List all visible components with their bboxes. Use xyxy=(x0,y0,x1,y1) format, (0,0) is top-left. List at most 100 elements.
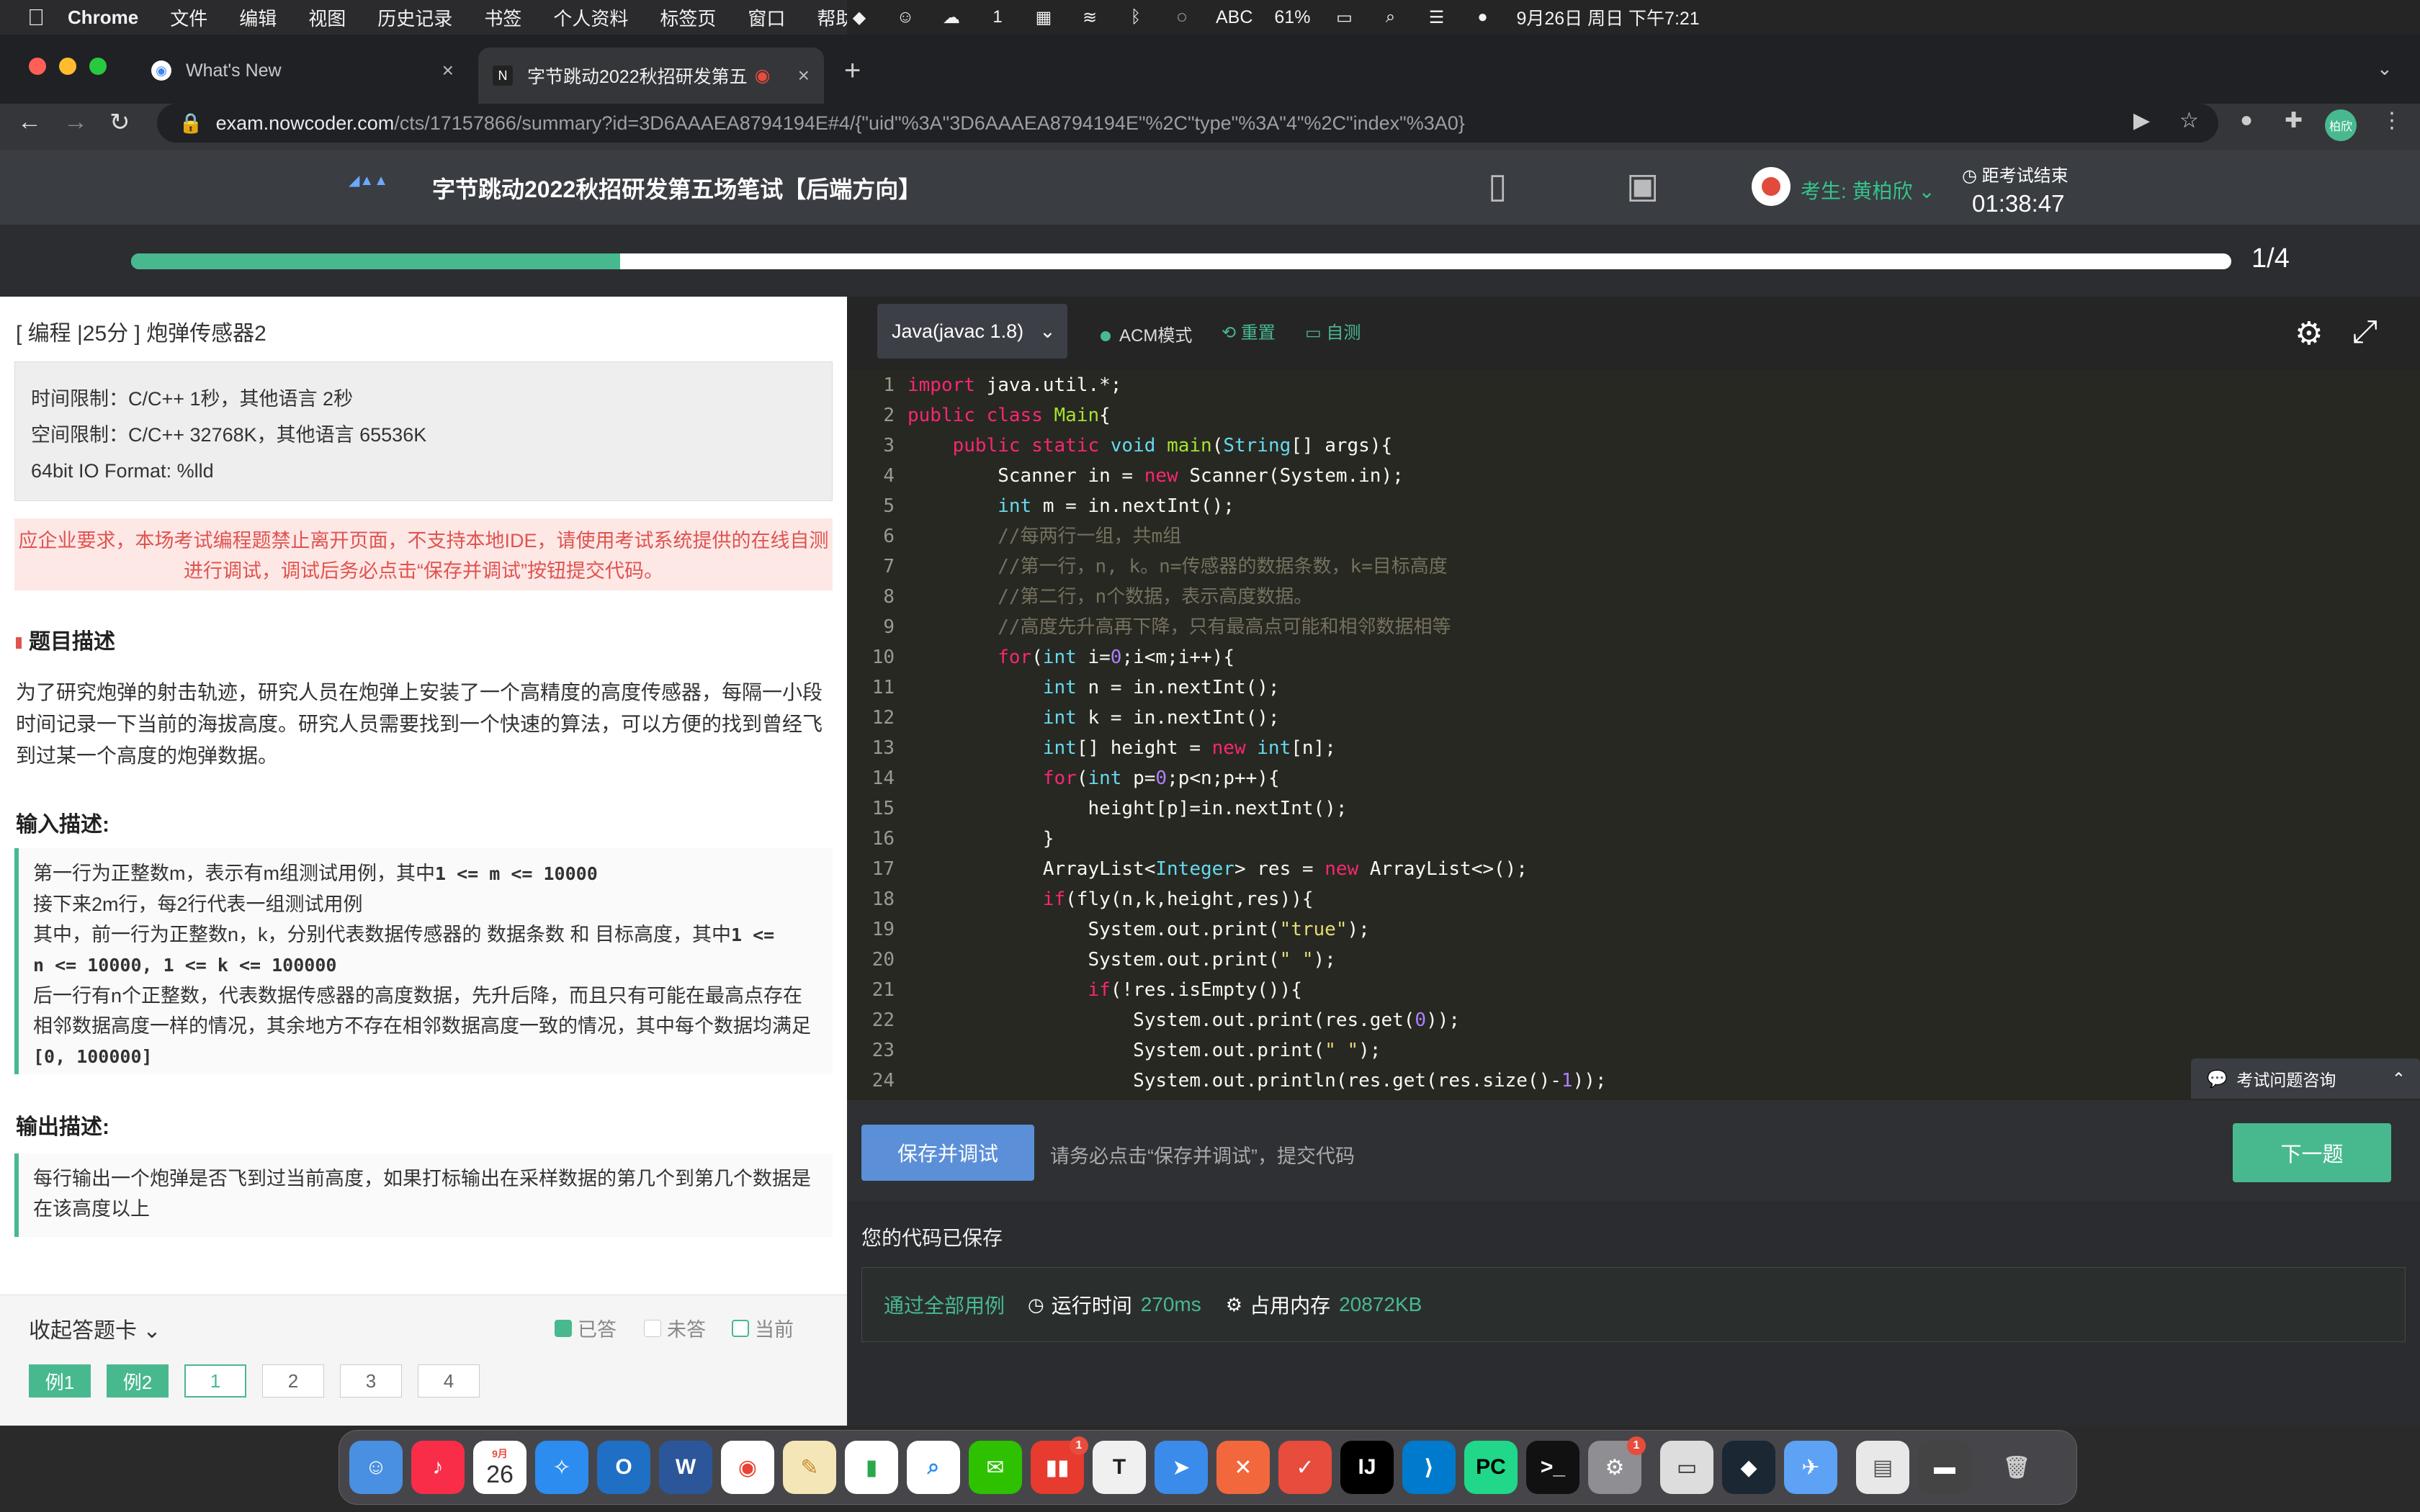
fullscreen-icon[interactable]: ⤢ xyxy=(2352,314,2378,350)
menu-edit[interactable]: 编辑 xyxy=(239,4,277,31)
question-2-button[interactable]: 2 xyxy=(262,1364,324,1398)
code-editor[interactable]: 1 import java.util.*; 2 public class Main{… xyxy=(847,370,2420,1100)
siri-icon[interactable]: ● xyxy=(1470,7,1494,27)
runtime-value: 270ms xyxy=(1140,1293,1201,1315)
menu-file[interactable]: 文件 xyxy=(170,4,207,31)
settings-gear-icon[interactable]: ⚙ xyxy=(2295,315,2323,352)
nowcoder-app-icon[interactable]: ▮▮ 1 xyxy=(1031,1436,1088,1494)
next-question-button[interactable]: 下一题 xyxy=(2233,1123,2391,1182)
wifi-icon[interactable]: ≋ xyxy=(1077,7,1102,27)
editor-pane: Java(javac 1.8) ⌄ ACM模式 ⟲ 重置 ▭ 自测 ⚙ ⤢ 1 im… xyxy=(847,297,2420,1426)
code-line: 16 } xyxy=(847,824,2420,854)
new-tab-button[interactable]: + xyxy=(844,55,861,87)
downloads-stack-icon[interactable]: ▬ xyxy=(1918,1441,1971,1494)
finder-icon[interactable]: ☺ xyxy=(349,1441,403,1494)
selftest-button[interactable]: ▭ 自测 xyxy=(1305,318,1361,343)
example-1-button[interactable]: 例1 xyxy=(29,1364,91,1398)
menu-app-name[interactable]: Chrome xyxy=(68,6,138,29)
system-preferences-icon[interactable]: ⚙ 1 xyxy=(1588,1436,1646,1494)
reload-icon[interactable]: ↻ xyxy=(109,108,130,137)
pencil-app-icon[interactable]: ✎ xyxy=(783,1441,836,1494)
code-line: 9 //高度先升高再下降，只有最高点可能和相邻数据相等 xyxy=(847,612,2420,642)
minimize-window-button[interactable] xyxy=(59,58,76,75)
tab-whats-new[interactable]: ◉ What's New × xyxy=(137,48,468,94)
battery-percent[interactable]: 61% xyxy=(1274,7,1310,28)
zoom-window-button[interactable] xyxy=(89,58,107,75)
safari-icon[interactable]: ✧ xyxy=(535,1441,588,1494)
apple-icon[interactable]:  xyxy=(27,4,68,31)
back-icon[interactable]: ← xyxy=(17,108,42,136)
profile-avatar[interactable]: 柏欣 xyxy=(2325,109,2357,141)
wechat-status-icon[interactable]: 1 xyxy=(985,7,1010,27)
tab-exam[interactable]: N 字节跳动2022秋招研发第五 ◉ × xyxy=(478,48,824,104)
vscode-icon[interactable]: ⟩ xyxy=(1402,1441,1456,1494)
calendar-icon[interactable]: 9月 26 xyxy=(473,1441,526,1494)
close-tab-icon[interactable]: × xyxy=(442,59,454,82)
menu-bookmarks[interactable]: 书签 xyxy=(484,4,521,31)
code-line: 10 for(int i=0;i<m;i++){ xyxy=(847,642,2420,672)
pycharm-icon[interactable]: PC xyxy=(1464,1441,1518,1494)
word-icon[interactable]: W xyxy=(659,1441,712,1494)
wechat-icon[interactable]: ✉ xyxy=(969,1441,1022,1494)
documents-folder-icon[interactable]: ▤ xyxy=(1856,1441,1909,1494)
exam-consult-button[interactable]: 💬 考试问题咨询 ⌃ xyxy=(2191,1058,2420,1099)
outlook-icon[interactable]: O xyxy=(597,1441,650,1494)
input-method[interactable]: ABC xyxy=(1216,7,1252,28)
grid-icon[interactable]: ▦ xyxy=(1031,7,1056,27)
forward-icon[interactable]: → xyxy=(63,108,88,136)
consult-label: 考试问题咨询 xyxy=(2236,1071,2336,1089)
language-select[interactable]: Java(javac 1.8) ⌄ xyxy=(877,304,1067,359)
app-status-icon[interactable]: ◆ xyxy=(847,7,871,27)
example-2-button[interactable]: 例2 xyxy=(107,1364,169,1398)
preview-icon[interactable]: ⌕ xyxy=(907,1441,960,1494)
control-center-icon[interactable]: ☰ xyxy=(1424,7,1448,27)
bluetooth-icon[interactable]: ᛒ xyxy=(1124,7,1148,27)
question-4-button[interactable]: 4 xyxy=(418,1364,480,1398)
mobile-icon[interactable]: ▯ xyxy=(1488,166,1507,206)
address-bar[interactable]: 🔒 exam.nowcoder.com /cts/17157866/summar… xyxy=(157,104,2218,143)
chrome-dock-icon[interactable]: ◉ xyxy=(721,1441,774,1494)
typora-icon[interactable]: T xyxy=(1093,1441,1146,1494)
more-menu-icon[interactable]: ⋮ xyxy=(2381,108,2403,133)
extension-drop-icon[interactable]: ● xyxy=(2240,108,2253,132)
input-line-code: 1 <= m <= 10000 xyxy=(434,863,598,884)
candidate-name[interactable]: 考生: 黄柏欣 ⌄ xyxy=(1801,176,1935,204)
close-window-button[interactable] xyxy=(29,58,46,75)
acm-mode[interactable]: ACM模式 xyxy=(1101,321,1192,346)
close-tab-icon[interactable]: × xyxy=(798,64,810,87)
paper-plane-icon[interactable]: ✈ xyxy=(1784,1441,1837,1494)
menu-window[interactable]: 窗口 xyxy=(748,4,785,31)
trash-icon[interactable]: 🗑 xyxy=(1990,1441,2043,1494)
notification-icon[interactable]: ☁ xyxy=(939,7,964,27)
status-area: ◆ ☺ ☁ 1 ▦ ≋ ᛒ ◌ ABC 61% ▭ ⌕ ☰ ● 9月26日 周日… xyxy=(847,0,2420,35)
dev-app-icon[interactable]: ◆ xyxy=(1722,1441,1775,1494)
xmind-icon[interactable]: ✕ xyxy=(1216,1441,1270,1494)
reset-button[interactable]: ⟲ 重置 xyxy=(1222,318,1276,343)
tab-search-icon[interactable]: ⌄ xyxy=(2377,58,2393,80)
feishu-icon[interactable]: ➤ xyxy=(1155,1441,1208,1494)
camera-icon[interactable]: ▶ xyxy=(2133,108,2150,133)
menu-profiles[interactable]: 个人资料 xyxy=(553,4,628,31)
emoji-status-icon[interactable]: ☺ xyxy=(893,7,918,27)
spotlight-search-icon[interactable]: ⌕ xyxy=(1378,7,1402,27)
menu-tab[interactable]: 标签页 xyxy=(660,4,716,31)
terminal-icon[interactable]: >_ xyxy=(1526,1441,1579,1494)
menu-view[interactable]: 视图 xyxy=(308,4,346,31)
save-and-debug-button[interactable]: 保存并调试 xyxy=(861,1125,1034,1181)
bookmark-star-icon[interactable]: ☆ xyxy=(2179,108,2199,133)
monitor-icon[interactable]: ▣ xyxy=(1626,166,1659,206)
mute-icon[interactable]: ◌ xyxy=(1170,7,1194,27)
numbers-icon[interactable]: ▮ xyxy=(845,1441,898,1494)
todo-icon[interactable]: ✓ xyxy=(1278,1441,1332,1494)
lock-icon[interactable]: 🔒 xyxy=(179,112,203,135)
collapse-answer-card-button[interactable]: 收起答题卡 ⌄ xyxy=(29,1313,161,1344)
screenshot-icon[interactable]: ▭ xyxy=(1660,1441,1713,1494)
question-3-button[interactable]: 3 xyxy=(340,1364,402,1398)
extensions-icon[interactable]: ✚ xyxy=(2285,108,2303,133)
question-1-button[interactable]: 1 xyxy=(184,1364,246,1398)
music-icon[interactable]: ♪ xyxy=(411,1441,465,1494)
datetime[interactable]: 9月26日 周日 下午7:21 xyxy=(1516,4,1699,30)
code-line: 7 //第一行，n, k。n=传感器的数据条数，k=目标高度 xyxy=(847,552,2420,582)
menu-history[interactable]: 历史记录 xyxy=(377,4,452,31)
intellij-icon[interactable]: IJ xyxy=(1340,1441,1394,1494)
